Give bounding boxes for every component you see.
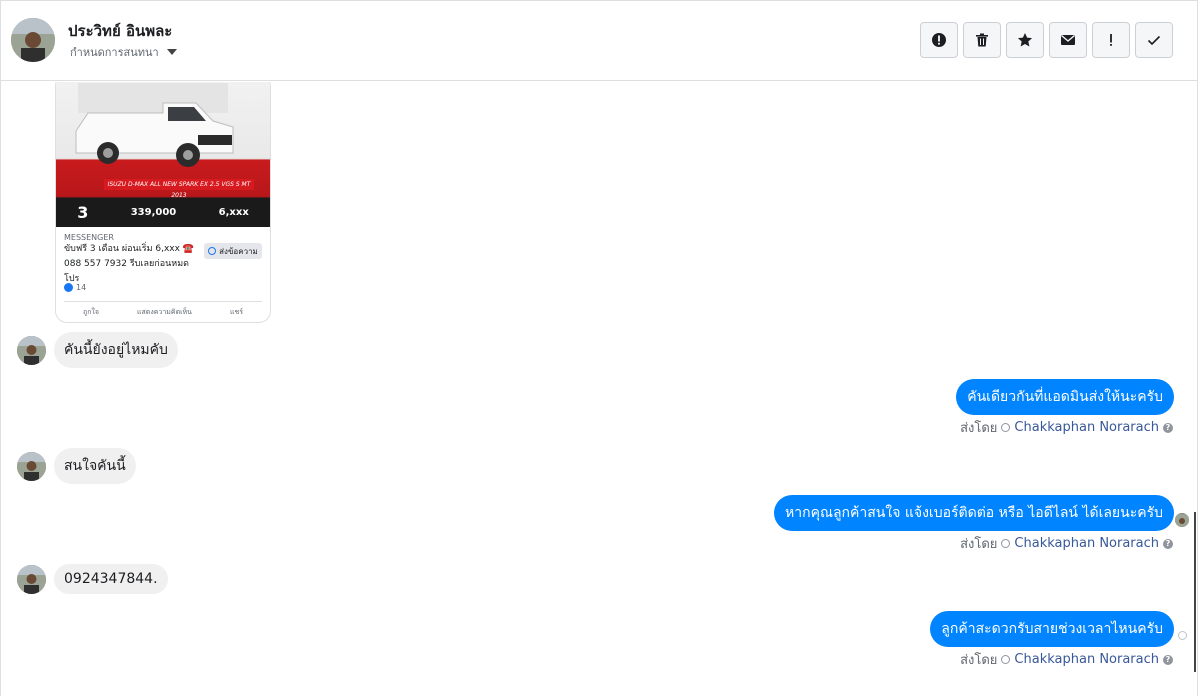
- caret-down-icon: [166, 49, 177, 55]
- help-icon[interactable]: ?: [1163, 654, 1173, 665]
- sender-name-link[interactable]: Chakkaphan Norarach: [1014, 420, 1159, 435]
- ad-source-label: MESSENGER: [64, 233, 114, 242]
- star-button[interactable]: [1006, 22, 1044, 58]
- verified-check-icon: [1001, 655, 1011, 664]
- contact-name[interactable]: ประวิทย์ อินพละ: [68, 19, 172, 43]
- ad-banner-text: ISUZU D-MAX ALL NEW SPARK EX 2.5 VGS S M…: [104, 179, 254, 199]
- shared-ad-card[interactable]: ISUZU D-MAX ALL NEW SPARK EX 2.5 VGS S M…: [55, 82, 271, 323]
- mark-done-button[interactable]: [1135, 22, 1173, 58]
- contact-avatar[interactable]: [11, 18, 55, 62]
- report-spam-button[interactable]: [920, 22, 958, 58]
- ad-like-action[interactable]: ถูกใจ: [83, 307, 99, 321]
- ad-price-monthly: 6,xxx: [218, 206, 249, 218]
- alert-circle-icon: [932, 33, 946, 47]
- contact-avatar-small[interactable]: [17, 451, 46, 481]
- trash-icon: [976, 33, 988, 47]
- incoming-message-row: สนใจคันนี้: [17, 448, 136, 484]
- assign-conversation-dropdown[interactable]: กำหนดการสนทนา: [70, 43, 177, 61]
- sent-by-label: ส่งโดย: [960, 537, 998, 552]
- ad-price-months: 3: [77, 202, 89, 222]
- help-icon[interactable]: ?: [1163, 422, 1173, 433]
- sender-name-link[interactable]: Chakkaphan Norarach: [1014, 536, 1159, 551]
- envelope-icon: [1061, 34, 1075, 45]
- sent-by-line: ส่งโดย Chakkaphan Norarach ?: [960, 649, 1173, 670]
- outgoing-message-bubble[interactable]: หากคุณลูกค้าสนใจ แจ้งเบอร์ติดต่อ หรือ ไอ…: [774, 495, 1174, 531]
- like-reaction-icon: [64, 283, 73, 292]
- ad-share-action[interactable]: แชร์: [230, 307, 243, 321]
- verified-check-icon: [1001, 423, 1011, 432]
- contact-avatar-small[interactable]: [17, 335, 46, 365]
- delete-button[interactable]: [963, 22, 1001, 58]
- check-icon: [1147, 35, 1161, 46]
- ad-price-strip: 3 339,000 6,xxx: [56, 197, 270, 227]
- ad-image: ISUZU D-MAX ALL NEW SPARK EX 2.5 VGS S M…: [56, 82, 270, 227]
- send-message-label: ส่งข้อความ: [219, 246, 258, 256]
- outgoing-message-bubble[interactable]: คันเดียวกันที่แอดมินส่งให้นะครับ: [956, 379, 1174, 415]
- star-icon: [1017, 33, 1033, 47]
- conversation-actions: [920, 22, 1173, 58]
- incoming-message-bubble[interactable]: 0924347844.: [54, 564, 168, 594]
- ad-reaction-bar: ถูกใจ แสดงความคิดเห็น แชร์: [64, 301, 262, 321]
- assign-label: กำหนดการสนทนา: [70, 46, 159, 59]
- mark-unread-button[interactable]: [1049, 22, 1087, 58]
- message-thread[interactable]: ISUZU D-MAX ALL NEW SPARK EX 2.5 VGS S M…: [1, 82, 1197, 696]
- incoming-message-bubble[interactable]: สนใจคันนี้: [54, 448, 136, 484]
- messenger-icon: [208, 247, 217, 255]
- exclamation-icon: [1110, 34, 1112, 46]
- contact-avatar-small[interactable]: [17, 564, 46, 594]
- sent-by-label: ส่งโดย: [960, 653, 998, 668]
- ad-card-body: MESSENGER ขับฟรี 3 เดือน ผ่อนเริ่ม 6,xxx…: [56, 227, 270, 293]
- important-button[interactable]: [1092, 22, 1130, 58]
- incoming-message-row: 0924347844.: [17, 564, 168, 594]
- sent-by-line: ส่งโดย Chakkaphan Norarach ?: [960, 533, 1173, 554]
- delivered-check-icon: [1178, 631, 1187, 640]
- thread-scrollbar[interactable]: [1194, 512, 1196, 672]
- ad-price-main: 339,000: [130, 206, 177, 218]
- help-icon[interactable]: ?: [1163, 538, 1173, 549]
- incoming-message-row: คันนี้ยังอยู่ไหมคับ: [17, 332, 178, 368]
- sender-name-link[interactable]: Chakkaphan Norarach: [1014, 652, 1159, 667]
- send-message-button[interactable]: ส่งข้อความ: [204, 243, 262, 259]
- sent-by-line: ส่งโดย Chakkaphan Norarach ?: [960, 417, 1173, 438]
- outgoing-message-bubble[interactable]: ลูกค้าสะดวกรับสายช่วงเวลาไหนครับ: [930, 611, 1174, 647]
- verified-check-icon: [1001, 539, 1011, 548]
- pickup-truck-image: [75, 83, 234, 167]
- sent-by-label: ส่งโดย: [960, 421, 998, 436]
- seen-avatar-icon: [1175, 513, 1189, 527]
- incoming-message-bubble[interactable]: คันนี้ยังอยู่ไหมคับ: [54, 332, 178, 368]
- ad-description: ขับฟรี 3 เดือน ผ่อนเริ่ม 6,xxx ☎️ 088 55…: [64, 244, 195, 284]
- inbox-conversation-panel: ประวิทย์ อินพละ กำหนดการสนทนา ISUZU D-MA…: [0, 0, 1198, 696]
- ad-like-count: 14: [64, 283, 86, 292]
- conversation-header: ประวิทย์ อินพละ กำหนดการสนทนา: [1, 1, 1197, 81]
- like-count-value: 14: [76, 283, 87, 292]
- ad-comment-action[interactable]: แสดงความคิดเห็น: [137, 307, 192, 321]
